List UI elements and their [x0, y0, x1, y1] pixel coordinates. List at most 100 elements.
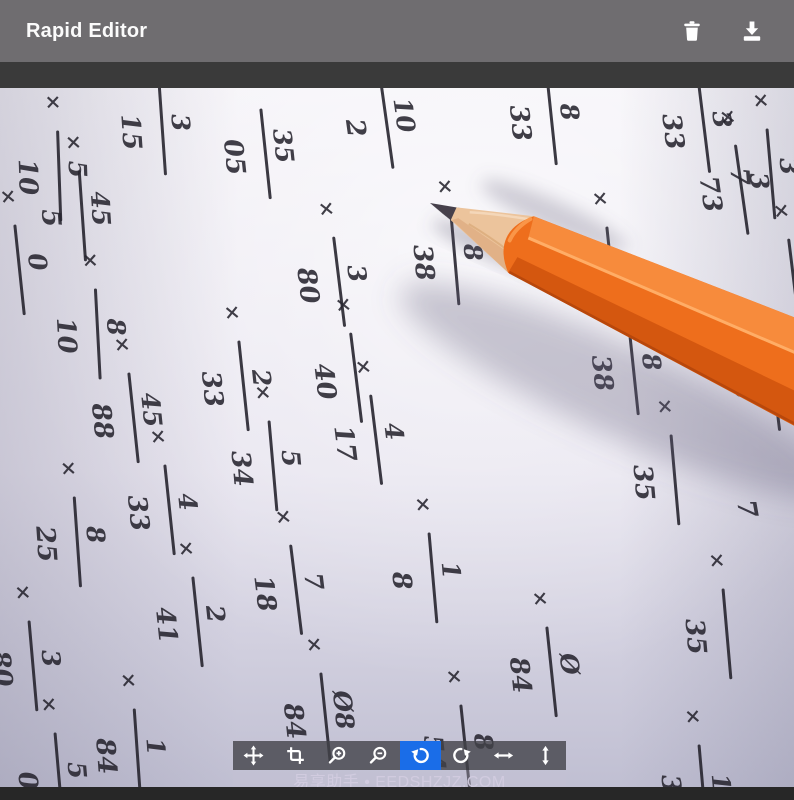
undo-icon: [410, 745, 431, 766]
zoom-in-icon: [327, 745, 348, 766]
svg-text:1: 1: [140, 737, 170, 756]
stretch-vertical-button[interactable]: [524, 741, 566, 770]
bottom-strip: [0, 787, 794, 800]
svg-text:4: 4: [172, 492, 203, 512]
svg-text:0: 0: [11, 770, 42, 787]
svg-text:80: 80: [0, 648, 18, 688]
svg-text:×: ×: [110, 335, 136, 354]
svg-text:×: ×: [62, 133, 87, 151]
rapid-editor-window: Rapid Editor: [0, 0, 794, 800]
svg-text:84: 84: [89, 736, 122, 775]
svg-text:8: 8: [554, 101, 585, 122]
svg-text:Ø: Ø: [554, 651, 585, 678]
svg-text:×: ×: [331, 295, 357, 315]
svg-text:40: 40: [307, 362, 341, 402]
zoom-out-icon: [368, 745, 389, 766]
svg-text:2: 2: [200, 603, 231, 624]
svg-text:45: 45: [85, 190, 116, 227]
image-toolbar: [233, 741, 566, 770]
svg-text:×: ×: [57, 459, 82, 477]
svg-text:×: ×: [705, 551, 730, 570]
svg-text:8: 8: [101, 317, 131, 337]
svg-text:2: 2: [246, 367, 277, 388]
svg-text:15: 15: [114, 113, 146, 151]
svg-text:35: 35: [627, 463, 660, 502]
svg-text:3: 3: [774, 156, 794, 176]
svg-text:88: 88: [85, 401, 119, 441]
move-button[interactable]: [233, 741, 275, 770]
svg-text:05: 05: [217, 138, 251, 177]
svg-text:34: 34: [225, 449, 258, 488]
svg-text:35: 35: [679, 617, 712, 656]
svg-text:×: ×: [302, 635, 328, 654]
svg-text:8: 8: [385, 569, 417, 591]
zoom-out-button[interactable]: [358, 741, 400, 770]
svg-text:×: ×: [11, 583, 36, 602]
svg-text:35: 35: [267, 127, 299, 165]
svg-text:×: ×: [117, 671, 142, 689]
svg-text:×: ×: [41, 93, 66, 111]
trash-icon: [680, 19, 704, 43]
svg-text:×: ×: [411, 495, 436, 514]
svg-text:×: ×: [0, 187, 22, 206]
svg-text:5: 5: [62, 760, 92, 780]
svg-text:1: 1: [706, 772, 736, 787]
svg-text:45: 45: [135, 391, 167, 429]
svg-text:33: 33: [195, 370, 229, 409]
stretch-horizontal-icon: [493, 745, 514, 766]
svg-text:17: 17: [327, 424, 361, 464]
crop-button[interactable]: [275, 741, 317, 770]
svg-text:41: 41: [149, 606, 183, 645]
app-header: Rapid Editor: [0, 0, 794, 62]
svg-text:×: ×: [769, 201, 794, 221]
svg-text:×: ×: [681, 707, 706, 726]
svg-text:×: ×: [749, 91, 774, 110]
stretch-vertical-icon: [535, 745, 556, 766]
svg-text:×: ×: [37, 695, 62, 714]
svg-text:35: 35: [655, 773, 688, 787]
redo-icon: [451, 745, 472, 766]
svg-text:33: 33: [503, 104, 537, 143]
svg-text:×: ×: [146, 427, 172, 446]
svg-text:×: ×: [78, 251, 103, 269]
download-button[interactable]: [740, 19, 764, 43]
zoom-in-button[interactable]: [316, 741, 358, 770]
svg-text:18: 18: [247, 574, 281, 614]
app-title: Rapid Editor: [26, 20, 147, 43]
svg-text:1: 1: [436, 560, 466, 580]
svg-text:×: ×: [220, 303, 246, 322]
delete-button[interactable]: [680, 19, 704, 43]
svg-text:73: 73: [693, 174, 728, 214]
svg-text:3: 3: [165, 113, 195, 132]
svg-text:×: ×: [442, 667, 468, 686]
svg-text:25: 25: [29, 524, 62, 563]
header-actions: [680, 19, 768, 43]
svg-text:5: 5: [276, 448, 306, 468]
svg-text:4: 4: [378, 421, 409, 442]
photo-worksheet-with-pencil: ×315×510×3505×102×833×333×37×455×01×380×…: [0, 88, 794, 787]
svg-text:80: 80: [290, 265, 324, 306]
svg-text:10: 10: [50, 317, 82, 355]
svg-text:5: 5: [63, 160, 93, 178]
svg-text:84: 84: [503, 655, 537, 695]
svg-text:×: ×: [271, 507, 297, 527]
svg-text:3: 3: [341, 263, 372, 284]
move-icon: [243, 745, 264, 766]
redo-button[interactable]: [441, 741, 483, 770]
svg-text:8: 8: [80, 524, 110, 544]
svg-text:3: 3: [36, 648, 66, 668]
svg-text:84: 84: [277, 701, 311, 741]
svg-text:×: ×: [588, 189, 614, 208]
undo-button[interactable]: [400, 741, 442, 770]
download-icon: [740, 19, 764, 43]
crop-icon: [285, 745, 306, 766]
svg-text:10: 10: [387, 96, 421, 135]
svg-text:5: 5: [35, 208, 66, 228]
svg-text:Ø8: Ø8: [327, 688, 360, 731]
stretch-horizontal-button[interactable]: [483, 741, 525, 770]
svg-text:38: 38: [407, 243, 440, 282]
editor-canvas[interactable]: ×315×510×3505×102×833×333×37×455×01×380×…: [0, 62, 794, 787]
svg-text:×: ×: [715, 107, 741, 127]
svg-text:×: ×: [433, 177, 458, 196]
svg-text:×: ×: [314, 199, 340, 219]
